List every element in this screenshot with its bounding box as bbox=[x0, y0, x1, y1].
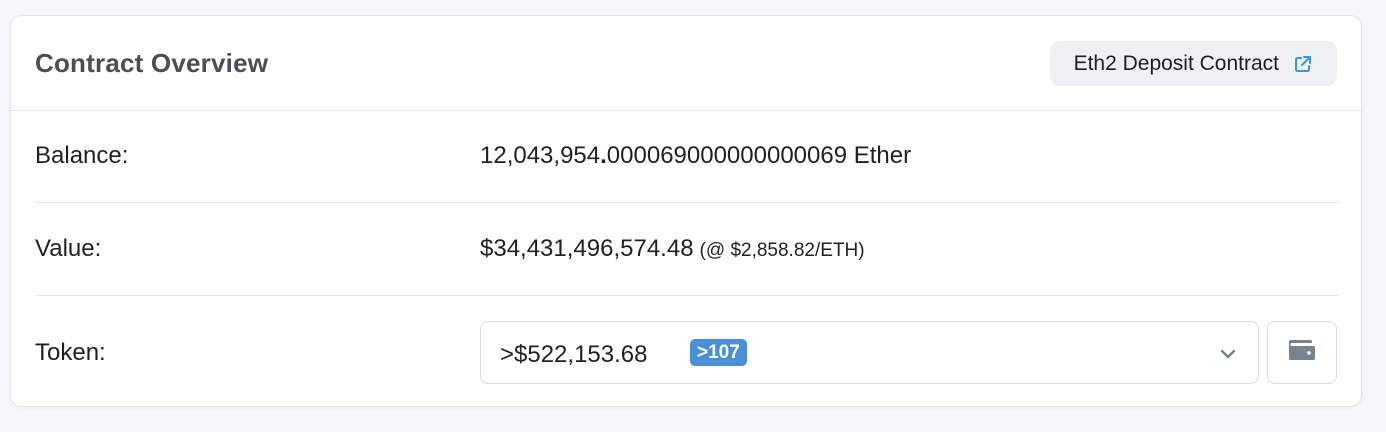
contract-overview-card: Contract Overview Eth2 Deposit Contract … bbox=[10, 15, 1362, 407]
wallet-icon bbox=[1287, 337, 1317, 368]
balance-row: Balance: 12,043,954.000069000000000069 E… bbox=[35, 111, 1339, 203]
eth2-deposit-contract-tag[interactable]: Eth2 Deposit Contract bbox=[1049, 41, 1337, 86]
token-dropdown[interactable]: >$522,153.68 >107 bbox=[480, 321, 1259, 384]
external-link-icon bbox=[1293, 54, 1313, 74]
chevron-down-icon bbox=[1220, 347, 1236, 365]
token-label: Token: bbox=[35, 339, 106, 366]
balance-label: Balance: bbox=[35, 142, 129, 169]
token-value: >$522,153.68 bbox=[500, 341, 648, 368]
balance-int: 12,043,954 bbox=[480, 142, 601, 169]
value-label: Value: bbox=[35, 235, 102, 262]
balance-dot: . bbox=[600, 142, 607, 169]
token-count-badge: >107 bbox=[690, 339, 747, 366]
balance-value: 12,043,954.000069000000000069 Ether bbox=[480, 142, 911, 170]
value-value: $34,431,496,574.48 (@ $2,858.82/ETH) bbox=[480, 235, 865, 263]
balance-frac: 000069000000000069 Ether bbox=[606, 142, 912, 169]
tag-label: Eth2 Deposit Contract bbox=[1073, 51, 1279, 75]
value-row: Value: $34,431,496,574.48 (@ $2,858.82/ET… bbox=[35, 203, 1339, 296]
usd-value: $34,431,496,574.48 bbox=[480, 235, 694, 262]
card-title: Contract Overview bbox=[35, 48, 269, 78]
card-header: Contract Overview Eth2 Deposit Contract bbox=[11, 16, 1361, 111]
eth-rate: (@ $2,858.82/ETH) bbox=[699, 240, 865, 261]
wallet-button[interactable] bbox=[1267, 321, 1337, 384]
